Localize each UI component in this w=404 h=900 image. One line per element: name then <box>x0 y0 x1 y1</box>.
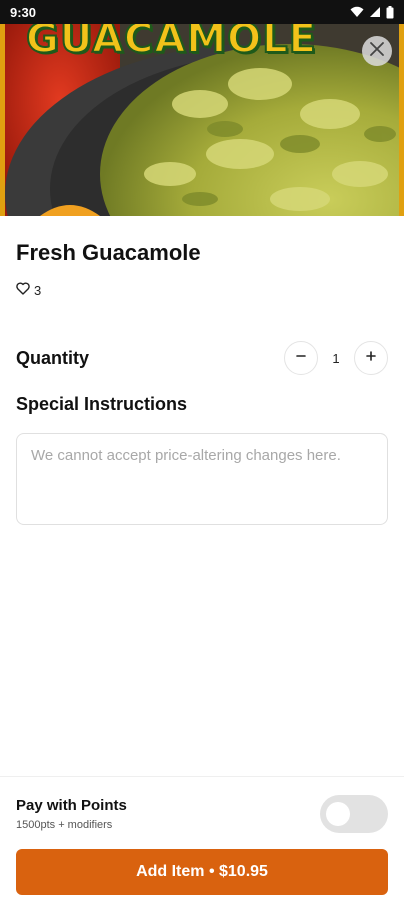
pay-with-points-toggle[interactable] <box>320 795 388 833</box>
toggle-knob <box>326 802 350 826</box>
hero-logo-text: GUACAMOLE <box>25 24 317 63</box>
status-bar: 9:30 <box>0 0 404 24</box>
heart-icon <box>16 282 30 298</box>
quantity-stepper: 1 <box>284 341 388 375</box>
battery-icon <box>386 5 394 19</box>
minus-icon <box>295 349 307 367</box>
plus-icon <box>365 349 377 367</box>
increase-quantity-button[interactable] <box>354 341 388 375</box>
close-icon <box>370 41 384 61</box>
item-details: Fresh Guacamole 3 Quantity 1 Special Ins… <box>16 216 388 525</box>
hero-image: GUACAMOLE <box>0 24 404 216</box>
quantity-row: Quantity 1 <box>16 340 388 376</box>
decrease-quantity-button[interactable] <box>284 341 318 375</box>
special-instructions-input[interactable] <box>16 433 388 525</box>
quantity-label: Quantity <box>16 347 90 368</box>
special-instructions-label: Special Instructions <box>16 394 188 414</box>
signal-icon <box>369 6 381 18</box>
likes[interactable]: 3 <box>16 282 388 298</box>
points-cost-label: 1500pts + modifiers <box>16 819 113 831</box>
item-title: Fresh Guacamole <box>16 240 201 265</box>
status-icons <box>350 5 394 19</box>
add-item-button[interactable]: Add Item • $10.95 <box>16 849 388 895</box>
wifi-icon <box>350 6 364 18</box>
close-button[interactable] <box>362 36 392 66</box>
checkout-panel: Pay with Points 1500pts + modifiers Add … <box>0 776 404 900</box>
likes-count: 3 <box>34 282 42 298</box>
quantity-value: 1 <box>332 350 340 366</box>
status-time: 9:30 <box>10 4 37 20</box>
pay-with-points-label: Pay with Points <box>16 797 127 814</box>
